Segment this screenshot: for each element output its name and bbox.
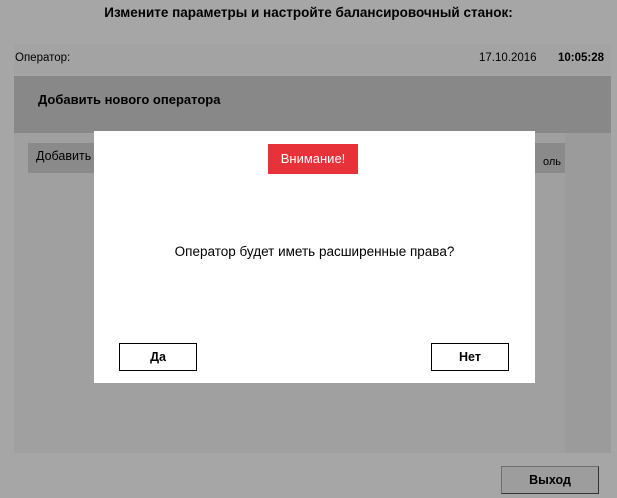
dialog-message: Оператор будет иметь расширенные права? xyxy=(174,244,455,259)
date-value: 17.10.2016 xyxy=(479,52,537,64)
no-button[interactable]: Нет xyxy=(431,343,509,371)
panel-header: Добавить нового оператора xyxy=(14,76,611,133)
exit-button[interactable]: Выход xyxy=(501,466,599,494)
status-bar: Оператор: 17.10.2016 10:05:28 xyxy=(14,44,611,74)
confirm-dialog: Внимание! Оператор будет иметь расширенн… xyxy=(94,131,535,383)
window-title: Измените параметры и настройте балансиро… xyxy=(104,5,513,20)
warning-badge: Внимание! xyxy=(268,144,358,174)
time-value: 10:05:28 xyxy=(558,52,605,64)
yes-button[interactable]: Да xyxy=(119,343,197,371)
panel-title: Добавить нового оператора xyxy=(38,92,221,107)
operator-label: Оператор: xyxy=(15,52,71,64)
